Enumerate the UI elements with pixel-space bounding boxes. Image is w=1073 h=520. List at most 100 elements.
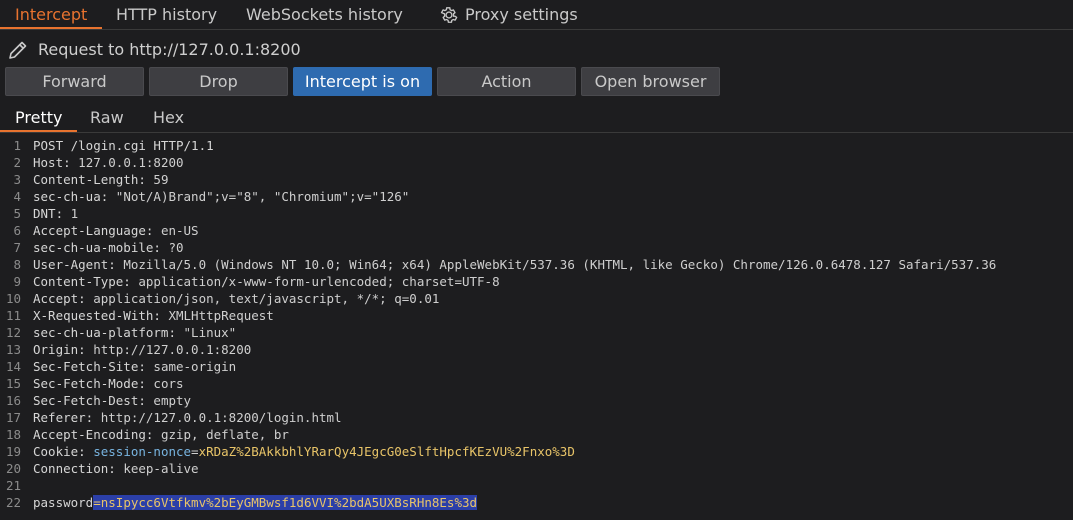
header-value: empty [145, 393, 192, 408]
editor-line: 9 Content-Type: application/x-www-form-ur… [0, 273, 1073, 290]
header-name: Content-Length: [33, 172, 146, 187]
line-number: 6 [13, 223, 21, 238]
header-value: "Linux" [176, 325, 237, 340]
tab-intercept[interactable]: Intercept [0, 0, 103, 29]
line-number: 9 [13, 274, 21, 289]
header-name: sec-ch-ua: [33, 189, 109, 204]
request-header: Request to http://127.0.0.1:8200 [0, 36, 1073, 64]
header-value: en-US [153, 223, 199, 238]
header-name: Accept: [33, 291, 86, 306]
editor-line: 3 Content-Length: 59 [0, 171, 1073, 188]
request-editor[interactable]: 1 POST /login.cgi HTTP/1.1 2 Host: 127.0.0… [0, 137, 1073, 520]
line-number: 20 [5, 461, 21, 476]
header-name: Sec-Fetch-Mode: [33, 376, 146, 391]
line-number: 2 [13, 155, 21, 170]
message-view-tabs: Pretty Raw Hex [0, 104, 1073, 133]
editor-line: 5 DNT: 1 [0, 205, 1073, 222]
line-number: 5 [13, 206, 21, 221]
tab-raw[interactable]: Raw [90, 104, 124, 130]
header-name: Referer: [33, 410, 94, 425]
line-number: 10 [5, 291, 21, 306]
header-value: application/x-www-form-urlencoded; chars… [130, 274, 500, 289]
editor-line: 2 Host: 127.0.0.1:8200 [0, 154, 1073, 171]
line-number: 14 [5, 359, 21, 374]
header-value: gzip, deflate, br [153, 427, 289, 442]
header-value: application/json, text/javascript, */*; … [85, 291, 440, 306]
editor-line: 13 Origin: http://127.0.0.1:8200 [0, 341, 1073, 358]
header-name: sec-ch-ua-platform: [33, 325, 176, 340]
header-name: User-Agent: [33, 257, 116, 272]
header-value: 59 [145, 172, 169, 187]
editor-line: 20 Connection: keep-alive [0, 460, 1073, 477]
tab-websockets-history[interactable]: WebSockets history [246, 0, 403, 27]
header-name: Sec-Fetch-Site: [33, 359, 146, 374]
editor-line: 11 X-Requested-With: XMLHttpRequest [0, 307, 1073, 324]
editor-line: 8 User-Agent: Mozilla/5.0 (Windows NT 10.… [0, 256, 1073, 273]
tab-pretty[interactable]: Pretty [0, 104, 78, 132]
action-button[interactable]: Action [437, 67, 576, 96]
header-name: Accept-Language: [33, 223, 154, 238]
line-number: 8 [13, 257, 21, 272]
line-number: 22 [5, 495, 21, 510]
header-value: ?0 [160, 240, 184, 255]
editor-line: 6 Accept-Language: en-US [0, 222, 1073, 239]
editor-line: 10 Accept: application/json, text/javascr… [0, 290, 1073, 307]
line-number: 15 [5, 376, 21, 391]
forward-button[interactable]: Forward [5, 67, 144, 96]
cookie-equals: = [191, 444, 199, 459]
editor-line: 14 Sec-Fetch-Site: same-origin [0, 358, 1073, 375]
body-param-value-selected[interactable]: nsIpycc6Vtfkmv%2bEyGMBwsf1d6VVI%2bdA5UXB… [100, 495, 478, 510]
header-value: 127.0.0.1:8200 [70, 155, 184, 170]
line-number: 11 [5, 308, 21, 323]
header-name: Connection: [33, 461, 116, 476]
editor-line: 1 POST /login.cgi HTTP/1.1 [0, 137, 1073, 154]
header-name: Content-Type: [33, 274, 131, 289]
editor-line: 4 sec-ch-ua: "Not/A)Brand";v="8", "Chromi… [0, 188, 1073, 205]
gear-icon[interactable] [439, 5, 459, 25]
header-name: DNT: [33, 206, 64, 221]
request-line: POST /login.cgi HTTP/1.1 [33, 138, 214, 153]
open-browser-button[interactable]: Open browser [581, 67, 720, 96]
tab-proxy-settings[interactable]: Proxy settings [465, 0, 578, 27]
line-number: 18 [5, 427, 21, 442]
line-number: 1 [13, 138, 21, 153]
tab-hex[interactable]: Hex [153, 104, 184, 130]
header-name: X-Requested-With: [33, 308, 161, 323]
request-target-label: Request to http://127.0.0.1:8200 [38, 40, 301, 59]
editor-line: 12 sec-ch-ua-platform: "Linux" [0, 324, 1073, 341]
pencil-icon[interactable] [6, 38, 30, 62]
editor-line: 7 sec-ch-ua-mobile: ?0 [0, 239, 1073, 256]
intercept-toggle-button[interactable]: Intercept is on [293, 67, 432, 96]
header-value: http://127.0.0.1:8200/login.html [93, 410, 342, 425]
line-number: 13 [5, 342, 21, 357]
line-number: 12 [5, 325, 21, 340]
line-number: 17 [5, 410, 21, 425]
line-number: 16 [5, 393, 21, 408]
editor-line: 21 [0, 477, 1073, 494]
drop-button[interactable]: Drop [149, 67, 288, 96]
header-name: Cookie: [33, 444, 86, 459]
header-value: same-origin [145, 359, 237, 374]
header-value: http://127.0.0.1:8200 [85, 342, 252, 357]
tab-http-history[interactable]: HTTP history [116, 0, 217, 27]
header-name: Origin: [33, 342, 86, 357]
line-number: 21 [5, 478, 21, 493]
header-value: Mozilla/5.0 (Windows NT 10.0; Win64; x64… [115, 257, 997, 272]
header-value: 1 [63, 206, 79, 221]
header-name: Accept-Encoding: [33, 427, 154, 442]
cookie-value: xRDaZ%2BAkkbhlYRarQy4JEgcG0eSlftHpcfKEzV… [198, 444, 575, 459]
header-value: cors [145, 376, 184, 391]
line-number: 3 [13, 172, 21, 187]
header-name: sec-ch-ua-mobile: [33, 240, 161, 255]
editor-line: 18 Accept-Encoding: gzip, deflate, br [0, 426, 1073, 443]
header-value: keep-alive [115, 461, 199, 476]
header-value: XMLHttpRequest [160, 308, 274, 323]
editor-line: 19 Cookie: session-nonce=xRDaZ%2BAkkbhlYR… [0, 443, 1073, 460]
header-name: Host: [33, 155, 71, 170]
editor-line: 17 Referer: http://127.0.0.1:8200/login.h… [0, 409, 1073, 426]
editor-line: 22 password=nsIpycc6Vtfkmv%2bEyGMBwsf1d6V… [0, 494, 1073, 511]
header-value: "Not/A)Brand";v="8", "Chromium";v="126" [108, 189, 410, 204]
line-number: 19 [5, 444, 21, 459]
body-param-equals: = [93, 495, 101, 510]
editor-line: 15 Sec-Fetch-Mode: cors [0, 375, 1073, 392]
